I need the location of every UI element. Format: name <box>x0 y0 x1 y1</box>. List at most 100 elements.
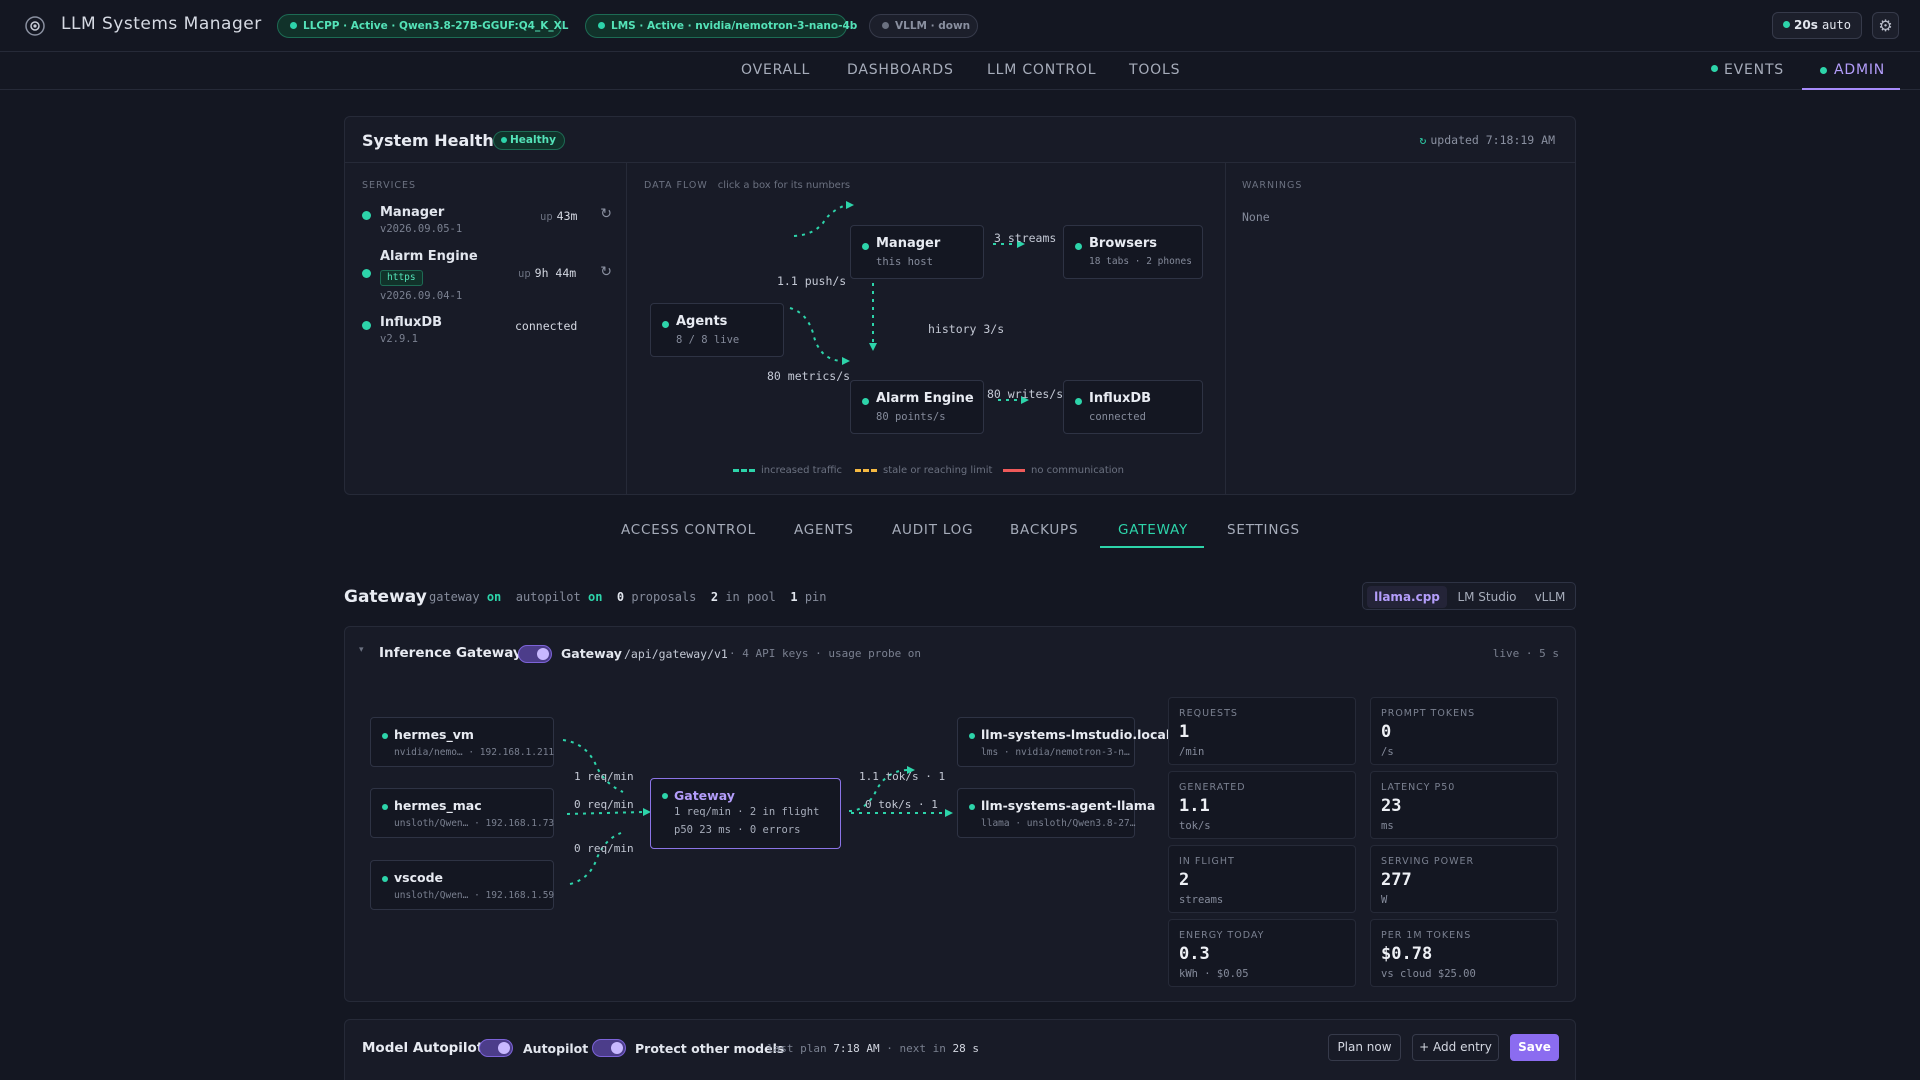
metric-generated: GENERATED 1.1 tok/s <box>1168 771 1356 839</box>
admin-dot-icon <box>1820 67 1827 74</box>
status-dot-icon <box>662 793 668 799</box>
collapse-chevron-icon[interactable]: ▾ <box>359 645 364 655</box>
system-health-card: System Health Healthy ↻ updated 7:18:19 A… <box>344 116 1576 495</box>
services-label: SERVICES <box>362 180 417 191</box>
subtab-backups[interactable]: BACKUPS <box>1010 522 1078 538</box>
gateway-path: /api/gateway/v1 <box>624 647 728 661</box>
flow-browsers-box[interactable]: Browsers 18 tabs · 2 phones <box>1063 225 1203 279</box>
service-alarm-engine[interactable]: Alarm Engine https v2026.09.04-1 up 9h 44… <box>362 249 612 302</box>
subtab-agents[interactable]: AGENTS <box>794 522 854 538</box>
client-hermes-mac[interactable]: hermes_mac unsloth/Qwen… · 192.168.1.73 <box>370 788 554 838</box>
gear-icon[interactable]: ⚙ <box>1872 12 1899 39</box>
upstream-agent-llama[interactable]: llm-systems-agent-llama llama · unsloth/… <box>957 788 1155 838</box>
gateway-meta-info: · 4 API keys · usage probe on <box>729 647 922 660</box>
rate-label: 0 req/min <box>574 798 634 811</box>
autopilot-plan-info: last plan 7:18 AM · next in 28 s <box>767 1042 979 1055</box>
flow-influxdb-box[interactable]: InfluxDB connected <box>1063 380 1203 434</box>
llcpp-status-pill[interactable]: LLCPP · Active · Qwen3.8-27B-GGUF:Q4_K_X… <box>277 14 568 38</box>
save-button[interactable]: Save <box>1510 1034 1559 1061</box>
refresh-icon: ↻ <box>1419 133 1427 147</box>
autopilot-toggle[interactable] <box>479 1039 513 1057</box>
metric-prompt-tokens: PROMPT TOKENS 0 /s <box>1370 697 1558 765</box>
client-hermes-vm[interactable]: hermes_vm nvidia/nemo… · 192.168.1.211 <box>370 717 554 767</box>
subtab-gateway[interactable]: GATEWAY <box>1118 522 1188 538</box>
autopilot-title: Model Autopilot <box>362 1040 484 1056</box>
metric-serving-power: SERVING POWER 277 W <box>1370 845 1558 913</box>
restart-icon[interactable]: ↻ <box>600 206 612 222</box>
model-autopilot-card: Model Autopilot Autopilot Protect other … <box>344 1019 1576 1080</box>
gateway-live-status: live · 5 s <box>1492 647 1559 660</box>
subtab-settings[interactable]: SETTINGS <box>1227 522 1300 538</box>
edge-vscode-gateway <box>569 832 622 885</box>
status-dot-icon <box>362 211 371 220</box>
legend-increased-traffic: increased traffic <box>733 465 842 476</box>
status-dot-icon <box>382 876 388 882</box>
status-dot-icon <box>882 21 889 29</box>
flow-manager-box[interactable]: Manager this host <box>850 225 984 279</box>
tab-dashboards[interactable]: DASHBOARDS <box>847 62 954 78</box>
legend-line-icon <box>1003 468 1025 472</box>
restart-icon[interactable]: ↻ <box>600 264 612 280</box>
warnings-text: None <box>1242 210 1270 224</box>
autopilot-toggle-label: Autopilot <box>523 1041 589 1056</box>
edge-agents-manager <box>793 204 847 237</box>
vllm-status-pill[interactable]: VLLM · down <box>869 14 978 38</box>
gateway-toggle-label: Gateway <box>561 646 622 661</box>
flow-label-streams: 3 streams <box>994 231 1057 245</box>
status-dot-icon <box>598 21 605 29</box>
backend-vllm-tab[interactable]: vLLM <box>1527 586 1573 608</box>
tab-tools[interactable]: TOOLS <box>1129 62 1180 78</box>
gateway-toggle[interactable] <box>518 645 552 663</box>
flow-label-writes: 80 writes/s <box>987 387 1064 401</box>
tab-events[interactable]: EVENTS <box>1711 62 1784 78</box>
metric-per-1m-tokens: PER 1M TOKENS $0.78 vs cloud $25.00 <box>1370 919 1558 987</box>
service-influxdb[interactable]: InfluxDB v2.9.1 connected <box>362 315 612 345</box>
inference-gateway-header: ▾ Inference Gateway Gateway /api/gateway… <box>345 627 1575 683</box>
legend-line-icon <box>855 468 877 472</box>
status-dot-icon <box>969 733 975 739</box>
top-bar: LLM Systems Manager LLCPP · Active · Qwe… <box>0 0 1920 52</box>
protect-models-label: Protect other models <box>635 1041 785 1056</box>
metric-requests: REQUESTS 1 /min <box>1168 697 1356 765</box>
app-title: LLM Systems Manager <box>61 14 262 34</box>
subtab-access-control[interactable]: ACCESS CONTROL <box>621 522 756 538</box>
flow-label-metrics: 80 metrics/s <box>767 369 851 383</box>
tab-overall[interactable]: OVERALL <box>741 62 810 78</box>
tab-admin[interactable]: ADMIN <box>1802 52 1900 90</box>
flow-agents-box[interactable]: Agents 8 / 8 live <box>650 303 784 357</box>
health-updated-time: ↻ updated 7:18:19 AM <box>1419 133 1555 147</box>
subtab-audit-log[interactable]: AUDIT LOG <box>892 522 973 538</box>
status-dot-icon <box>362 269 371 278</box>
service-manager[interactable]: Manager v2026.09.05-1 up 43m ↻ <box>362 205 612 235</box>
rate-label: 0 req/min <box>574 842 634 855</box>
upstream-lmstudio[interactable]: llm-systems-lmstudio.local lms · nvidia/… <box>957 717 1170 767</box>
legend-stale: stale or reaching limit <box>855 465 992 476</box>
legend-no-communication: no communication <box>1003 465 1124 476</box>
gateway-title: Gateway <box>344 587 427 607</box>
active-tab-indicator <box>1100 546 1204 548</box>
app-logo-icon <box>25 16 45 36</box>
tab-llm-control[interactable]: LLM CONTROL <box>987 62 1096 78</box>
status-dot-icon <box>1075 398 1082 405</box>
rate-label: 1 req/min <box>574 770 634 783</box>
plan-now-button[interactable]: Plan now <box>1328 1034 1401 1061</box>
inference-gateway-card: ▾ Inference Gateway Gateway /api/gateway… <box>344 626 1576 1002</box>
rate-label: 0 tok/s · 1 <box>865 798 938 811</box>
gateway-meta: gateway on autopilot on 0 proposals 2 in… <box>429 590 827 604</box>
backend-lmstudio-tab[interactable]: LM Studio <box>1451 586 1523 608</box>
protect-models-toggle[interactable] <box>592 1039 626 1057</box>
lms-status-pill[interactable]: LMS · Active · nvidia/nemotron-3-nano-4b <box>585 14 857 38</box>
backend-llamacpp-tab[interactable]: llama.cpp <box>1367 586 1447 608</box>
refresh-interval-button[interactable]: 20s auto <box>1772 12 1862 39</box>
client-vscode[interactable]: vscode unsloth/Qwen… · 192.168.1.59 <box>370 860 554 910</box>
main-nav: OVERALL DASHBOARDS LLM CONTROL TOOLS EVE… <box>0 52 1920 90</box>
status-dot-icon <box>1075 243 1082 250</box>
gateway-center-node[interactable]: Gateway 1 req/min · 2 in flight p50 23 m… <box>650 778 841 849</box>
add-entry-button[interactable]: + Add entry <box>1412 1034 1499 1061</box>
metric-latency-p50: LATENCY P50 23 ms <box>1370 771 1558 839</box>
status-dot-icon <box>382 733 388 739</box>
events-dot-icon <box>1711 64 1718 72</box>
edge-hermes-mac-gateway <box>566 811 644 815</box>
legend-line-icon <box>733 468 755 472</box>
flow-alarm-engine-box[interactable]: Alarm Engine 80 points/s <box>850 380 984 434</box>
